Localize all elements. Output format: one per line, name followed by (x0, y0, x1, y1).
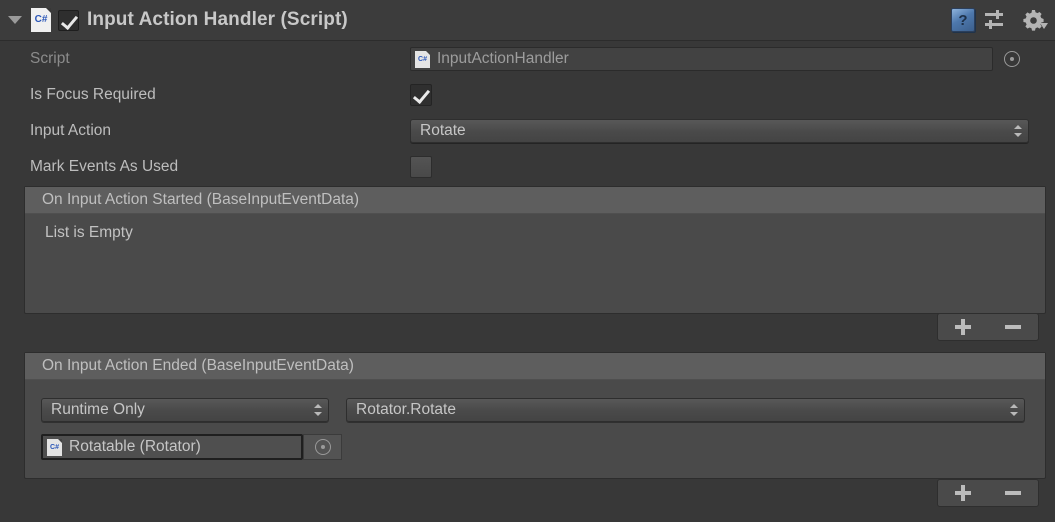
csharp-mini-label: C# (50, 443, 59, 451)
event-entry-row-bottom: C# Rotatable (Rotator) (41, 434, 342, 460)
add-remove-buttons-ended (937, 479, 1039, 507)
is-focus-required-checkbox[interactable] (410, 84, 432, 106)
input-action-dropdown[interactable]: Rotate (410, 119, 1029, 143)
property-row-script: Script C# InputActionHandler (0, 41, 1055, 77)
plus-icon (955, 319, 971, 335)
foldout-triangle-icon[interactable] (8, 16, 22, 24)
call-state-value: Runtime Only (51, 401, 145, 418)
minus-icon (1005, 325, 1021, 329)
add-event-button-ended[interactable] (938, 480, 988, 506)
plus-icon (955, 485, 971, 501)
component-title: Input Action Handler (Script) (87, 9, 348, 30)
property-label-script: Script (30, 50, 70, 67)
property-row-mark-events-as-used: Mark Events As Used (0, 149, 1055, 185)
target-object-value: Rotatable (Rotator) (69, 438, 201, 455)
property-row-is-focus-required: Is Focus Required (0, 77, 1055, 113)
csharp-icon-label: C# (34, 14, 48, 25)
event-section-on-input-action-started: On Input Action Started (BaseInputEventD… (24, 186, 1046, 314)
target-object-picker-button[interactable] (303, 434, 342, 460)
chevron-updown-icon (1009, 401, 1020, 419)
mark-events-as-used-checkbox[interactable] (410, 156, 432, 178)
script-object-value: InputActionHandler (437, 50, 569, 67)
preset-sliders-icon[interactable] (985, 9, 1011, 31)
property-label-mark-events-as-used: Mark Events As Used (30, 158, 179, 175)
property-label-input-action: Input Action (30, 122, 112, 139)
minus-icon (1005, 491, 1021, 495)
property-label-is-focus-required: Is Focus Required (30, 86, 156, 103)
csharp-script-icon: C# (31, 8, 51, 32)
remove-event-button-ended[interactable] (988, 480, 1038, 506)
help-book-icon[interactable]: ? (951, 8, 975, 32)
component-header: C# Input Action Handler (Script) ? (0, 0, 1055, 41)
event-entry-row-top: Runtime Only Rotator.Rotate (41, 398, 1025, 422)
script-object-picker-icon[interactable] (1004, 51, 1020, 67)
header-icon-group: ? (951, 8, 1055, 32)
component-enabled-checkbox[interactable] (58, 9, 79, 31)
call-state-dropdown[interactable]: Runtime Only (41, 398, 329, 422)
script-object-field[interactable]: C# InputActionHandler (410, 47, 993, 71)
remove-event-button-started[interactable] (988, 314, 1038, 340)
list-empty-label-started: List is Empty (45, 224, 133, 241)
gear-icon[interactable] (1021, 8, 1048, 32)
csharp-mini-icon: C# (47, 438, 62, 456)
event-section-title-started: On Input Action Started (BaseInputEventD… (25, 187, 1045, 214)
target-object-picker-icon (314, 439, 331, 455)
chevron-updown-icon (313, 401, 324, 419)
event-list-body-started: List is Empty (25, 214, 1045, 313)
csharp-mini-label: C# (418, 55, 427, 63)
event-section-on-input-action-ended: On Input Action Ended (BaseInputEventDat… (24, 352, 1046, 479)
add-event-button-started[interactable] (938, 314, 988, 340)
function-dropdown[interactable]: Rotator.Rotate (346, 398, 1025, 422)
help-glyph: ? (958, 11, 968, 29)
event-list-body-ended: Runtime Only Rotator.Rotate C# Rotatable… (25, 380, 1045, 478)
event-section-title-ended: On Input Action Ended (BaseInputEventDat… (25, 353, 1045, 380)
input-action-value: Rotate (420, 122, 466, 139)
function-value: Rotator.Rotate (356, 401, 456, 418)
csharp-mini-icon: C# (415, 50, 430, 68)
add-remove-buttons-started (937, 313, 1039, 341)
property-row-input-action: Input Action Rotate (0, 113, 1055, 149)
target-object-field[interactable]: C# Rotatable (Rotator) (41, 434, 303, 460)
chevron-updown-icon (1013, 122, 1024, 140)
